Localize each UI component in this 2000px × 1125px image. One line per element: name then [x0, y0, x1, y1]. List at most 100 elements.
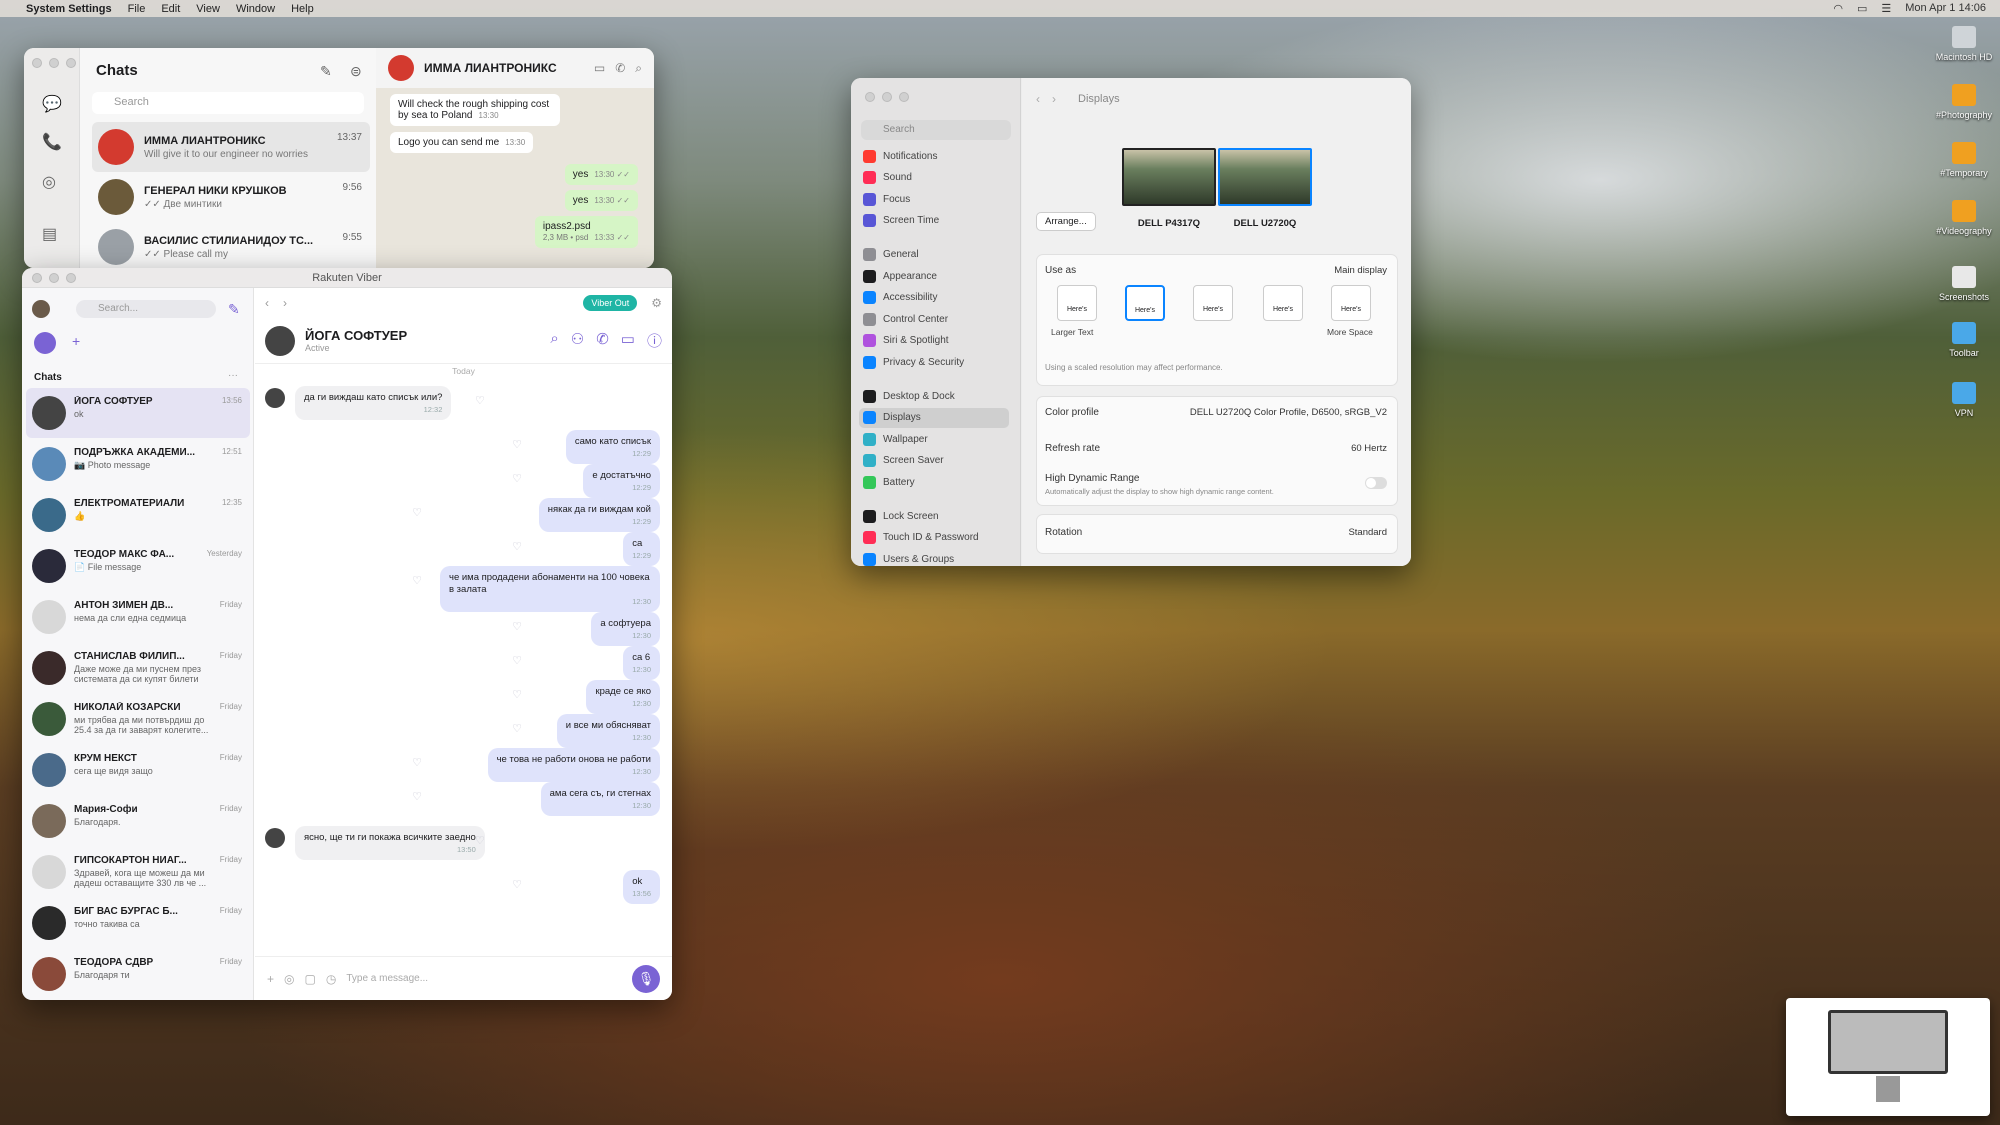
desktop-icon[interactable]: VPN [1932, 382, 1996, 418]
chat-list-item[interactable]: ГЕНЕРАЛ НИКИ КРУШКОВ ✓✓ Две минтики 9:56 [92, 172, 370, 222]
video-call-icon[interactable]: ▭ [594, 61, 605, 75]
avatar[interactable] [388, 55, 414, 81]
chat-list-item[interactable]: СТАНИСЛАВ ФИЛИП... Даже може да ми пуснем… [26, 643, 250, 693]
message-bubble[interactable]: само като списък 12:29 [565, 430, 660, 465]
archive-icon[interactable]: ▤ [42, 224, 57, 244]
menu-app-name[interactable]: System Settings [26, 3, 112, 15]
chat-list-item[interactable]: Мария-Софи Благодаря. Friday [26, 796, 250, 846]
menu-help[interactable]: Help [291, 3, 314, 15]
like-heart-icon[interactable]: ♡ [512, 688, 522, 701]
message-bubble[interactable]: ipass2.psd 2,3 MB • psd 13:33 ✓✓ [534, 216, 638, 248]
desktop-icon[interactable]: #Temporary [1932, 142, 1996, 178]
forward-icon[interactable]: › [283, 296, 287, 310]
chats-filter-icon[interactable] [34, 332, 56, 354]
zoom-button[interactable] [899, 92, 909, 102]
sidebar-item[interactable]: General [859, 244, 1009, 264]
message-bubble[interactable]: че има продадени абонаменти на 100 човек… [440, 566, 660, 613]
like-heart-icon[interactable]: ♡ [412, 790, 422, 803]
desktop-icon[interactable]: #Photography [1932, 84, 1996, 120]
chat-list-item[interactable]: ТЕОДОР МАКС ФА... 📄 File message Yesterday [26, 541, 250, 591]
chat-list-item[interactable]: БИГ ВАС БУРГАС Б... точно такива са Friday [26, 898, 250, 948]
like-heart-icon[interactable]: ♡ [475, 834, 485, 847]
message-bubble[interactable]: краде се яко 12:30 [586, 680, 660, 715]
sidebar-item[interactable]: Screen Saver [859, 451, 1009, 471]
viber-search-input[interactable]: Search... [76, 300, 216, 318]
contact-name[interactable]: ЙОГА СОФТУЕР [305, 328, 407, 343]
chats-icon[interactable]: 💬 [42, 94, 62, 114]
add-icon[interactable]: + [72, 333, 80, 349]
like-heart-icon[interactable]: ♡ [512, 472, 522, 485]
chat-list-item[interactable]: НИКОЛАЙ КОЗАРСКИ ми трябва да ми потвърди… [26, 694, 250, 744]
chat-list-item[interactable]: ИММА ЛИАНТРОНИКС Will give it to our engi… [92, 122, 370, 172]
display-thumb-u2720q[interactable] [1218, 148, 1312, 206]
resolution-option[interactable]: Here's [1331, 285, 1371, 321]
message-bubble[interactable]: ok 13:56 [623, 870, 660, 905]
like-heart-icon[interactable]: ♡ [512, 654, 522, 667]
close-button[interactable] [32, 273, 42, 283]
hdr-toggle[interactable] [1365, 477, 1387, 489]
message-bubble[interactable]: са 6 12:30 [623, 646, 660, 681]
video-call-icon[interactable]: ▭ [621, 330, 635, 351]
sidebar-item[interactable]: Control Center [859, 309, 1009, 329]
sidebar-item[interactable]: Notifications [859, 146, 1009, 166]
like-heart-icon[interactable]: ♡ [412, 756, 422, 769]
like-heart-icon[interactable]: ♡ [475, 394, 485, 407]
forward-icon[interactable]: › [1052, 92, 1056, 106]
viber-out-button[interactable]: Viber Out [583, 295, 638, 311]
timer-icon[interactable]: ◷ [326, 972, 336, 986]
close-button[interactable] [32, 58, 42, 68]
contact-name[interactable]: ИММА ЛИАНТРОНИКС [424, 61, 557, 75]
minimize-button[interactable] [882, 92, 892, 102]
wifi-icon[interactable]: ◠ [1833, 2, 1843, 15]
desktop-icon[interactable]: Screenshots [1932, 266, 1996, 302]
message-bubble[interactable]: да ги виждаш като списък или? 12:32 [295, 386, 452, 421]
message-bubble[interactable]: а софтуера 12:30 [591, 612, 660, 647]
message-bubble[interactable]: е достатъчно 12:29 [583, 464, 660, 499]
zoom-button[interactable] [66, 273, 76, 283]
sidebar-item[interactable]: Focus [859, 189, 1009, 209]
use-as-select[interactable]: Main display [1334, 265, 1387, 276]
message-bubble[interactable]: Logo you can send me 13:30 [390, 132, 534, 153]
status-icon[interactable]: ◎ [42, 172, 56, 192]
chat-list-item[interactable]: КРУМ НЕКСТ сега ще видя защо Friday [26, 745, 250, 795]
message-bubble[interactable]: ясно, ще ти ги покажа всичките заедно 13:… [295, 826, 485, 861]
menu-view[interactable]: View [196, 3, 220, 15]
sidebar-item[interactable]: Screen Time [859, 211, 1009, 231]
chat-list-item[interactable]: ТЕОДОРА СДВР Благодаря ти Friday [26, 949, 250, 999]
sender-avatar[interactable] [265, 828, 285, 848]
message-bubble[interactable]: са 12:29 [623, 532, 660, 567]
message-bubble[interactable]: ама сега съ, ги стегнах 12:30 [540, 782, 660, 817]
sidebar-item[interactable]: Desktop & Dock [859, 386, 1009, 406]
add-participant-icon[interactable]: ⚇ [571, 330, 584, 351]
battery-icon[interactable]: ▭ [1857, 2, 1867, 15]
chat-list-item[interactable]: ГИПСОКАРТОН НИАГ... Здравей, кога ще може… [26, 847, 250, 897]
attach-icon[interactable]: + [267, 972, 274, 986]
sidebar-item[interactable]: Sound [859, 168, 1009, 188]
sidebar-item[interactable]: Accessibility [859, 288, 1009, 308]
like-heart-icon[interactable]: ♡ [412, 574, 422, 587]
desktop-icon[interactable]: Toolbar [1932, 322, 1996, 358]
new-chat-icon[interactable]: ✎ [228, 302, 240, 316]
rotation-select[interactable]: Standard [1348, 527, 1387, 538]
minimize-button[interactable] [49, 58, 59, 68]
search-icon[interactable]: ⌕ [635, 61, 642, 76]
desktop-icon[interactable]: Macintosh HD [1932, 26, 1996, 62]
search-icon[interactable]: ⌕ [550, 330, 558, 351]
resolution-option[interactable]: Here's [1263, 285, 1303, 321]
message-bubble[interactable]: Will check the rough shipping cost by se… [390, 94, 560, 126]
sidebar-item[interactable]: Siri & Spotlight [859, 331, 1009, 351]
gif-icon[interactable]: ◎ [284, 972, 294, 986]
filter-icon[interactable]: ⊜ [350, 64, 362, 78]
profile-avatar[interactable] [32, 300, 50, 318]
calls-icon[interactable]: 📞 [42, 132, 62, 152]
screenshot-preview[interactable] [1786, 998, 1990, 1116]
back-icon[interactable]: ‹ [1036, 92, 1040, 106]
chat-list-item[interactable]: ЕЛЕКТРОМАТЕРИАЛИ 👍 12:35 [26, 490, 250, 540]
compose-icon[interactable]: ✎ [320, 64, 332, 78]
contact-avatar[interactable] [265, 325, 295, 356]
refresh-rate-select[interactable]: 60 Hertz [1351, 443, 1387, 454]
control-center-icon[interactable]: ☰ [1881, 2, 1891, 15]
sidebar-item[interactable]: Appearance [859, 266, 1009, 286]
color-profile-select[interactable]: DELL U2720Q Color Profile, D6500, sRGB_V… [1190, 407, 1387, 418]
menu-clock[interactable]: Mon Apr 1 14:06 [1905, 2, 1986, 15]
